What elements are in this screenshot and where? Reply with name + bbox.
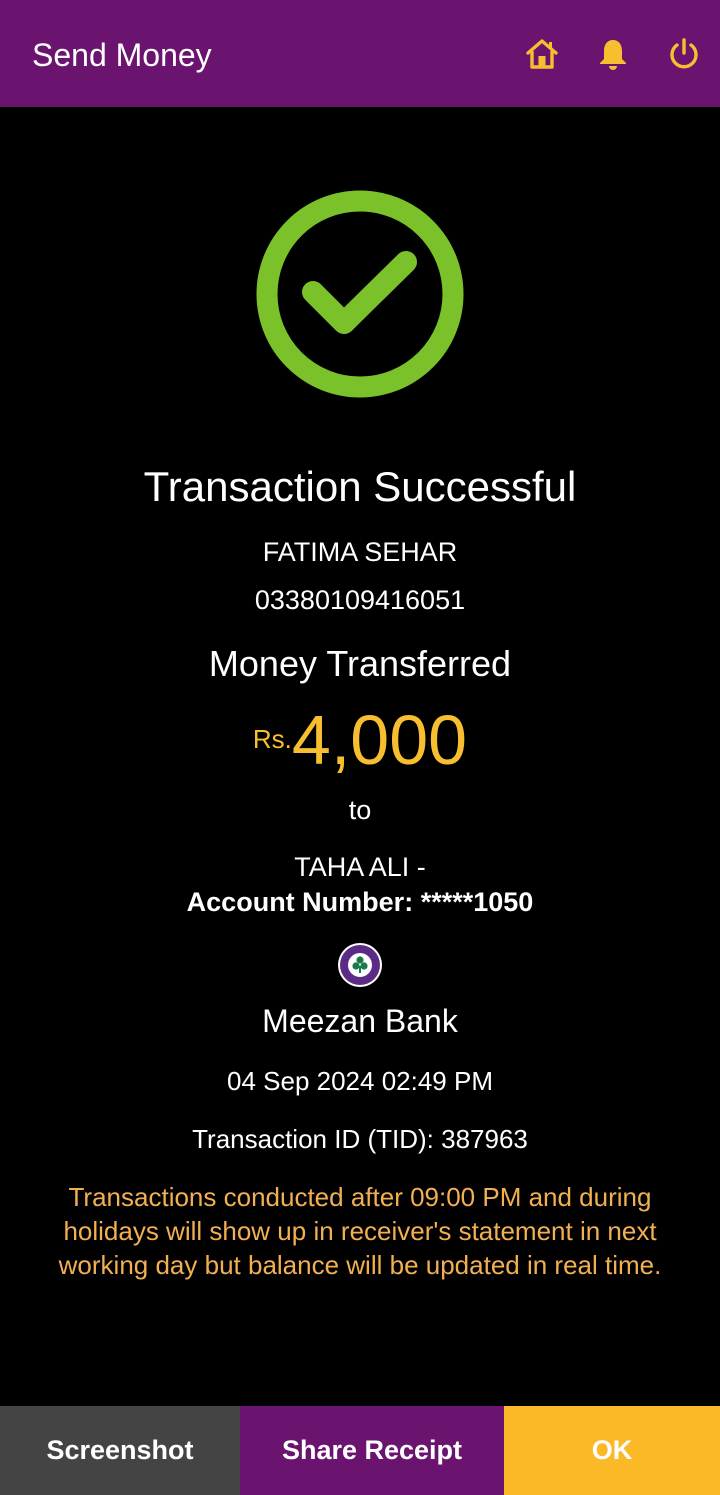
currency-label: Rs. [252,724,292,754]
amount-value: 4,000 [291,701,468,779]
transaction-id-value: 387963 [441,1124,528,1154]
transaction-status-heading: Transaction Successful [143,463,577,510]
account-number-value: *****1050 [420,887,534,917]
transaction-id-label: Transaction ID (TID): [192,1124,434,1154]
bank-name: Meezan Bank [262,1003,458,1039]
bell-icon[interactable] [595,36,631,72]
processing-notice: Transactions conducted after 09:00 PM an… [58,1182,662,1280]
page-title: Send Money [32,37,212,73]
top-app-bar: Send Money [0,0,720,107]
ok-button[interactable]: OK [504,1406,720,1495]
check-circle-icon [256,190,464,398]
share-receipt-button[interactable]: Share Receipt [240,1406,504,1495]
action-bar: Screenshot Share Receipt OK [0,1406,720,1495]
screenshot-button[interactable]: Screenshot [0,1406,240,1495]
sender-name: FATIMA SEHAR [262,537,458,567]
amount-display: Rs.4,000 [0,700,720,780]
sender-number: 03380109416051 [254,585,466,615]
account-number-row: Account Number: *****1050 [0,886,720,918]
transaction-id-row: Transaction ID (TID): 387963 [0,1123,720,1155]
home-icon[interactable] [524,36,560,72]
account-number-label: Account Number: [186,887,414,917]
to-label: to [348,795,372,825]
recipient-name: TAHA ALI - [294,852,426,882]
power-icon[interactable] [666,36,702,72]
transaction-datetime: 04 Sep 2024 02:49 PM [227,1066,493,1096]
money-transferred-label: Money Transferred [208,643,512,684]
bank-logo [337,942,383,988]
